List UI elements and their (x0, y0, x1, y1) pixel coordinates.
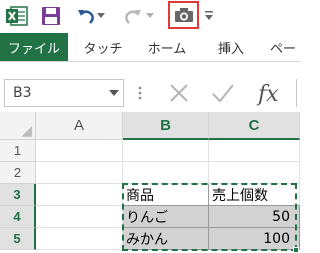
tab-home[interactable]: ホーム (140, 33, 194, 61)
tab-page-layout[interactable]: ペー (270, 33, 310, 61)
fill-handle[interactable] (293, 247, 299, 253)
cell-b4[interactable]: りんご (123, 206, 209, 228)
redo-dropdown-icon[interactable] (146, 12, 154, 20)
tab-insert[interactable]: 挿入 (206, 33, 256, 61)
cell-c1[interactable] (209, 140, 300, 162)
cell-a4[interactable] (36, 206, 123, 228)
name-box-value: B3 (13, 85, 32, 101)
cell-a3[interactable] (36, 184, 123, 206)
row-header-2[interactable]: 2 (0, 162, 36, 184)
row-header-4[interactable]: 4 (0, 206, 36, 228)
quick-access-toolbar (0, 0, 300, 33)
table-row-product: りんご (126, 209, 168, 226)
row-header-5[interactable]: 5 (0, 228, 36, 250)
cell-b3[interactable]: 商品 (123, 184, 209, 206)
enter-icon[interactable] (208, 79, 238, 107)
cell-a5[interactable] (36, 228, 123, 250)
table-header-product: 商品 (126, 187, 154, 204)
ribbon-tabs: ファイル タッチ ホーム 挿入 ペー (0, 33, 300, 61)
table-header-sales-count: 売上個数 (212, 187, 268, 204)
cell-c2[interactable] (209, 162, 300, 184)
undo-dropdown-icon[interactable] (97, 12, 105, 20)
table-row-product: みかん (126, 231, 168, 248)
table-row-sales-count: 50 (272, 208, 290, 225)
column-header-b[interactable]: B (123, 112, 209, 140)
column-header-c[interactable]: C (209, 112, 300, 140)
cell-b2[interactable] (123, 162, 209, 184)
select-all-corner[interactable] (0, 112, 36, 140)
cell-c4[interactable]: 50 (209, 206, 300, 228)
more-icon[interactable] (136, 82, 144, 104)
customize-qat-icon[interactable] (204, 10, 214, 22)
formula-input[interactable] (296, 79, 306, 107)
save-icon[interactable] (40, 6, 62, 26)
cell-c5[interactable]: 100 (209, 228, 300, 250)
row-header-3[interactable]: 3 (0, 184, 36, 206)
tab-file[interactable]: ファイル (0, 33, 68, 61)
ribbon-divider (0, 61, 300, 76)
cell-b5[interactable]: みかん (123, 228, 209, 250)
row-header-1[interactable]: 1 (0, 140, 36, 162)
formula-bar: fx (150, 79, 306, 107)
cell-b1[interactable] (123, 140, 209, 162)
cell-c3[interactable]: 売上個数 (209, 184, 300, 206)
svg-text:fx: fx (256, 82, 279, 106)
name-box[interactable]: B3 (4, 79, 124, 107)
excel-logo-icon (6, 6, 28, 26)
cell-a1[interactable] (36, 140, 123, 162)
name-box-dropdown-icon[interactable] (108, 88, 120, 98)
spreadsheet-grid: A B C 1 2 3 4 5 商品 売上個数 りんご 50 みかん 100 (0, 112, 300, 253)
tab-touch[interactable]: タッチ (78, 33, 128, 61)
column-header-a[interactable]: A (36, 112, 123, 140)
table-row-sales-count: 100 (263, 230, 290, 247)
cancel-icon[interactable] (164, 79, 194, 107)
undo-icon[interactable] (76, 6, 96, 26)
cell-a2[interactable] (36, 162, 123, 184)
camera-icon[interactable] (168, 1, 199, 29)
redo-icon[interactable] (123, 6, 143, 26)
insert-function-icon[interactable]: fx (254, 79, 288, 107)
